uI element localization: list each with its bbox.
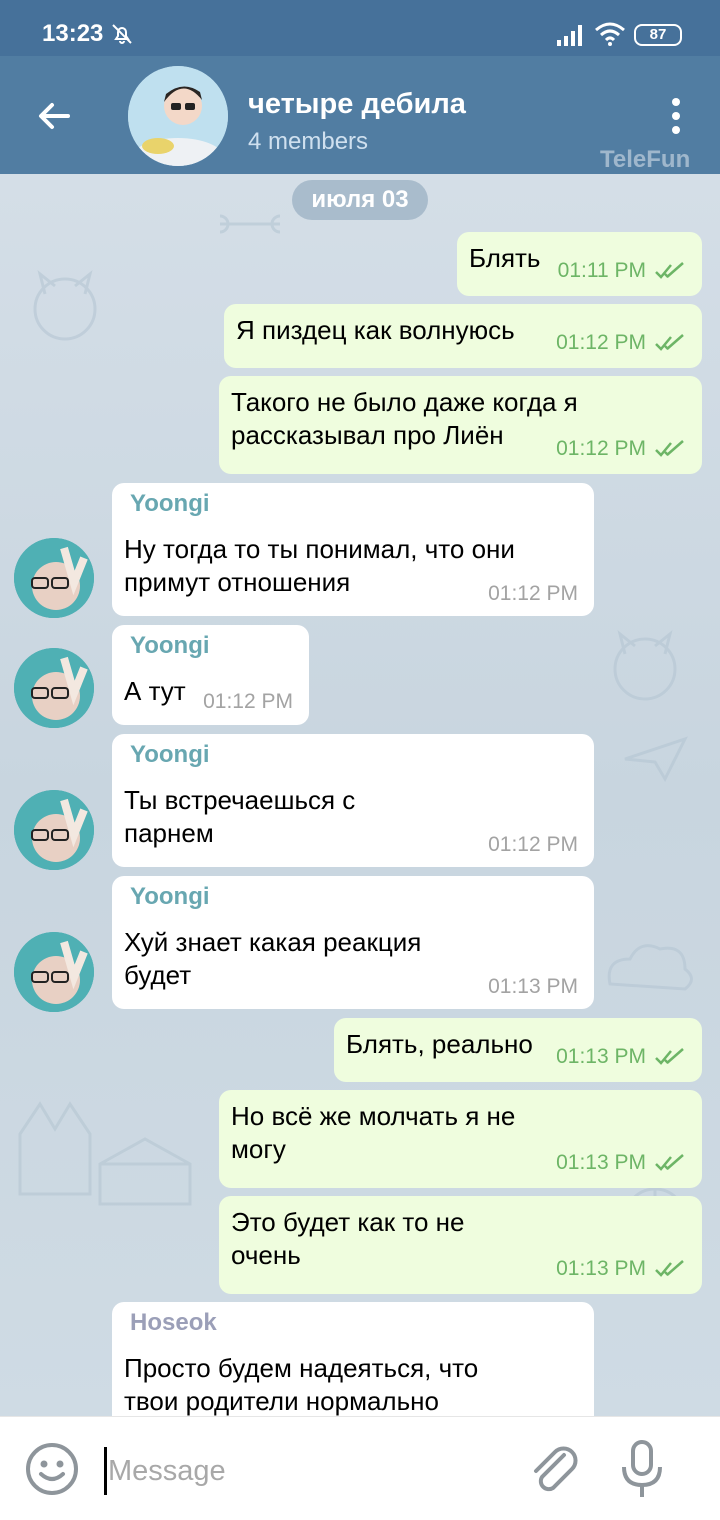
background-doodle xyxy=(219,214,281,234)
double-check-icon xyxy=(655,439,684,457)
message-time: 01:12 PM xyxy=(203,690,293,713)
message-text-line: Хуй знает какая реакция xyxy=(124,927,422,957)
message-text-line: могу xyxy=(231,1134,286,1164)
background-doodle xyxy=(98,1137,192,1206)
double-check-icon xyxy=(655,1259,684,1277)
more-vertical-icon[interactable] xyxy=(664,94,688,138)
message-bubble-outgoing[interactable]: Это будет как то не очень 01:13 PM xyxy=(219,1196,702,1294)
message-time: 01:11 PM xyxy=(557,259,646,282)
microphone-icon[interactable] xyxy=(616,1439,668,1501)
message-composer xyxy=(0,1416,720,1520)
message-text-line: Такого не было даже когда я xyxy=(231,387,578,417)
message-time: 01:12 PM xyxy=(556,437,646,460)
date-separator: июля 03 xyxy=(292,180,428,220)
avatar-yoongi[interactable] xyxy=(14,932,94,1012)
message-text: Я пиздец как волнуюсь xyxy=(236,315,515,345)
member-count: 4 members xyxy=(248,128,369,155)
background-doodle xyxy=(33,270,97,341)
paperclip-icon[interactable] xyxy=(526,1441,582,1501)
message-time: 01:13 PM xyxy=(488,975,578,998)
avatar-yoongi[interactable] xyxy=(14,790,94,870)
status-bar: 13:23 87 xyxy=(0,0,720,56)
message-bubble-outgoing[interactable]: Я пиздец как волнуюсь 01:12 PM xyxy=(224,304,702,368)
emoji-icon[interactable] xyxy=(24,1441,80,1497)
background-doodle xyxy=(18,1101,92,1196)
message-time: 01:12 PM xyxy=(488,582,578,605)
avatar-yoongi[interactable] xyxy=(14,648,94,728)
message-text: А тут xyxy=(124,676,186,706)
message-text-line: Ну тогда то ты понимал, что они xyxy=(124,534,515,564)
double-check-icon xyxy=(655,261,684,279)
message-bubble-incoming[interactable]: Yoongi Хуй знает какая реакция будет 01:… xyxy=(112,876,594,1009)
message-input[interactable] xyxy=(108,1451,488,1491)
message-bubble-outgoing[interactable]: Такого не было даже когда я рассказывал … xyxy=(219,376,702,474)
battery-indicator: 87 xyxy=(634,24,682,46)
message-bubble-incoming[interactable]: Yoongi Ты встречаешься с парнем 01:12 PM xyxy=(112,734,594,867)
message-bubble-incoming[interactable]: Hoseok Просто будем надеяться, что твои … xyxy=(112,1302,594,1416)
message-text-line: очень xyxy=(231,1240,301,1270)
sender-name[interactable]: Yoongi xyxy=(130,487,210,520)
message-text-line: примут отношения xyxy=(124,567,351,597)
message-bubble-outgoing[interactable]: Блять, реально 01:13 PM xyxy=(334,1018,702,1082)
avatar-yoongi[interactable] xyxy=(14,538,94,618)
group-avatar[interactable] xyxy=(128,66,228,166)
message-text-line: парнем xyxy=(124,818,214,848)
message-text-line: Это будет как то не xyxy=(231,1207,465,1237)
message-time: 01:13 PM xyxy=(556,1045,646,1068)
watermark: TeleFun xyxy=(600,146,691,173)
double-check-icon xyxy=(655,1047,684,1065)
chat-title[interactable]: четыре дебила xyxy=(248,88,466,121)
message-text-line: твои родители нормально xyxy=(124,1386,439,1416)
message-text-line: Просто будем надеяться, что xyxy=(124,1353,479,1383)
message-time: 01:12 PM xyxy=(488,833,578,856)
message-text: Блять xyxy=(469,243,541,273)
background-doodle xyxy=(624,736,688,783)
wifi-icon xyxy=(595,22,625,46)
message-text-line: Но всё же молчать я не xyxy=(231,1101,516,1131)
message-time: 01:13 PM xyxy=(556,1151,646,1174)
message-bubble-incoming[interactable]: Yoongi А тут 01:12 PM xyxy=(112,625,309,725)
background-doodle xyxy=(613,630,677,701)
message-text-line: Ты встречаешься с xyxy=(124,785,356,815)
message-bubble-outgoing[interactable]: Но всё же молчать я не могу 01:13 PM xyxy=(219,1090,702,1188)
sender-name[interactable]: Yoongi xyxy=(130,738,210,771)
background-doodle xyxy=(607,944,693,991)
signal-icon xyxy=(557,25,582,46)
message-bubble-incoming[interactable]: Yoongi Ну тогда то ты понимал, что они п… xyxy=(112,483,594,616)
text-cursor xyxy=(104,1447,107,1495)
double-check-icon xyxy=(655,333,684,351)
message-text: Блять, реально xyxy=(346,1029,533,1059)
back-arrow-icon[interactable] xyxy=(30,92,78,140)
message-time: 01:12 PM xyxy=(556,331,646,354)
double-check-icon xyxy=(655,1153,684,1171)
sender-name[interactable]: Hoseok xyxy=(130,1306,217,1339)
message-time: 01:13 PM xyxy=(556,1257,646,1280)
message-list[interactable]: июля 03 Блять 01:11 PM Я пиздец как волн… xyxy=(0,174,720,1416)
status-time: 13:23 xyxy=(42,20,104,47)
bell-off-icon xyxy=(112,24,132,44)
sender-name[interactable]: Yoongi xyxy=(130,880,210,913)
sender-name[interactable]: Yoongi xyxy=(130,629,210,662)
message-text-line: будет xyxy=(124,960,192,990)
message-bubble-outgoing[interactable]: Блять 01:11 PM xyxy=(457,232,702,296)
message-text-line: рассказывал про Лиён xyxy=(231,420,504,450)
